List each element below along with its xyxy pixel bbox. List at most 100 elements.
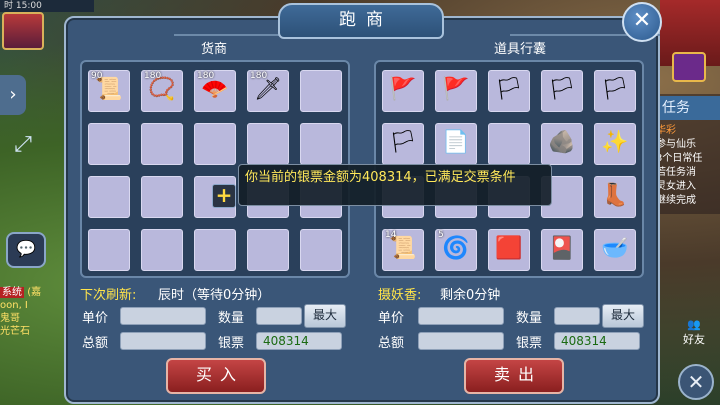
bag-silver-label: 银票: [516, 336, 543, 351]
bag-slot[interactable]: 🚩: [435, 70, 477, 112]
bag-total-field: [418, 332, 504, 350]
bag-title: 道具行囊: [493, 42, 546, 57]
talisman-card-icon: 🎴: [548, 236, 576, 261]
refresh-label: 下次刷新:: [80, 288, 137, 303]
bag-slot[interactable]: 🥣: [594, 229, 636, 271]
shop-slot[interactable]: 📜 90: [88, 70, 130, 112]
shop-quantity-label: 数量: [218, 311, 245, 326]
shop-slot[interactable]: [141, 123, 183, 165]
shop-slot[interactable]: [194, 229, 236, 271]
shop-silver-field: 408314: [256, 332, 342, 350]
shop-unit-price-label: 单价: [82, 311, 109, 326]
silver-tooltip: 你当前的银票金额为408314，已满足交票条件: [238, 164, 552, 206]
shop-slot[interactable]: [88, 123, 130, 165]
bag-slot[interactable]: 🌀 5: [435, 229, 477, 271]
chat-line: 系统: [0, 287, 24, 298]
green-banner-icon: 🏳: [601, 77, 629, 102]
red-banner-icon: 🚩: [389, 77, 417, 102]
yellow-banner-icon: 🏳: [495, 77, 523, 102]
task-line: 华彩: [656, 125, 676, 136]
chevron-right-icon[interactable]: ›: [0, 75, 26, 115]
bowl-icon: 🥣: [601, 236, 629, 261]
bag-quantity-input[interactable]: [554, 307, 600, 325]
shop-slot[interactable]: 📿 180: [141, 70, 183, 112]
red-carpet-icon: 🟥: [495, 236, 523, 261]
chat-line: oon, I: [0, 300, 28, 311]
bag-slot[interactable]: 🚩: [382, 70, 424, 112]
dialog-title: 跑商: [278, 3, 444, 39]
close-icon[interactable]: ✕: [622, 2, 662, 42]
incense-value: 剩余0分钟: [440, 288, 501, 303]
yellow-banner-icon: 🏳: [548, 77, 576, 102]
bag-slot[interactable]: 👢: [594, 176, 636, 218]
friends-button[interactable]: 👥 好友: [674, 318, 714, 348]
shop-slot[interactable]: 🪭 180: [194, 70, 236, 112]
refresh-value: 辰时（等待0分钟）: [158, 288, 271, 303]
shop-slot[interactable]: [141, 176, 183, 218]
shop-silver-label: 银票: [218, 336, 245, 351]
bag-slot[interactable]: 🏳: [594, 70, 636, 112]
stone-tablet-icon: 🪨: [548, 130, 576, 155]
shop-slot[interactable]: [194, 123, 236, 165]
item-quantity: 180: [144, 71, 162, 81]
shop-unit-price-field: [120, 307, 206, 325]
bag-slot[interactable]: [488, 123, 530, 165]
bag-max-button[interactable]: 最大: [602, 304, 644, 328]
shop-slot[interactable]: [247, 229, 289, 271]
buy-button[interactable]: 买入: [166, 358, 266, 394]
chat-bubble-icon[interactable]: 💬: [6, 232, 46, 268]
close-menu-icon[interactable]: ✕: [678, 364, 714, 400]
shop-total-label: 总额: [82, 336, 109, 351]
bag-unit-price-field: [418, 307, 504, 325]
shop-slot[interactable]: [88, 229, 130, 271]
shop-title: 货商: [200, 42, 227, 57]
item-quantity: 180: [197, 71, 215, 81]
task-line: 3个日常任: [656, 153, 703, 164]
task-line: 灵女进入: [656, 181, 696, 192]
task-line: 参与仙乐: [656, 139, 696, 150]
bag-silver-field: 408314: [554, 332, 640, 350]
shop-max-button[interactable]: 最大: [304, 304, 346, 328]
shop-slot[interactable]: [247, 123, 289, 165]
trade-dialog: 货商 📜 90 📿 180 🪭 180 🗡 180 下次刷新: 辰时（等待0分钟） 单价 数量…: [64, 16, 660, 404]
task-line: 继续完成: [656, 195, 696, 206]
gift-icon[interactable]: [672, 52, 706, 82]
status-bar: 时 15:00: [0, 0, 94, 12]
bag-slot[interactable]: 🟥: [488, 229, 530, 271]
expand-icon[interactable]: ⤢: [8, 130, 38, 160]
bag-slot[interactable]: 🏳: [488, 70, 530, 112]
shop-slot[interactable]: [300, 70, 342, 112]
bag-slot[interactable]: 📄: [435, 123, 477, 165]
chat-line: (嘉: [27, 287, 42, 298]
bag-total-label: 总额: [378, 336, 405, 351]
shop-slot[interactable]: [300, 229, 342, 271]
bag-quantity-label: 数量: [516, 311, 543, 326]
chat-line: 鬼哥: [0, 313, 20, 324]
red-banner-icon: 🚩: [442, 77, 470, 102]
bag-slot[interactable]: 🏳: [541, 70, 583, 112]
tab-tasks[interactable]: 任务: [656, 96, 720, 120]
chat-preview: 系统 (嘉 oon, I 鬼哥 光芒石: [0, 286, 64, 338]
shop-quantity-input[interactable]: [256, 307, 302, 325]
spirit-orb-icon: ✨: [601, 130, 629, 155]
shop-slot[interactable]: 🗡 180: [247, 70, 289, 112]
boots-icon: 👢: [601, 183, 629, 208]
add-icon[interactable]: +: [212, 184, 236, 208]
task-line: 若任务消: [656, 167, 696, 178]
bag-slot[interactable]: 📜 14: [382, 229, 424, 271]
bag-slot[interactable]: 🪨: [541, 123, 583, 165]
friends-icon: 👥: [687, 318, 701, 331]
shop-slot[interactable]: [88, 176, 130, 218]
bag-slot[interactable]: 🏳: [382, 123, 424, 165]
item-quantity: 5: [438, 230, 444, 240]
friends-label: 好友: [683, 333, 705, 346]
player-avatar[interactable]: [2, 12, 44, 50]
shop-slot[interactable]: [300, 123, 342, 165]
shop-total-field: [120, 332, 206, 350]
paper-note-icon: 📄: [442, 130, 470, 155]
bag-slot[interactable]: ✨: [594, 123, 636, 165]
shop-slot[interactable]: [141, 229, 183, 271]
sell-button[interactable]: 卖出: [464, 358, 564, 394]
bag-slot[interactable]: 🎴: [541, 229, 583, 271]
item-quantity: 180: [250, 71, 268, 81]
